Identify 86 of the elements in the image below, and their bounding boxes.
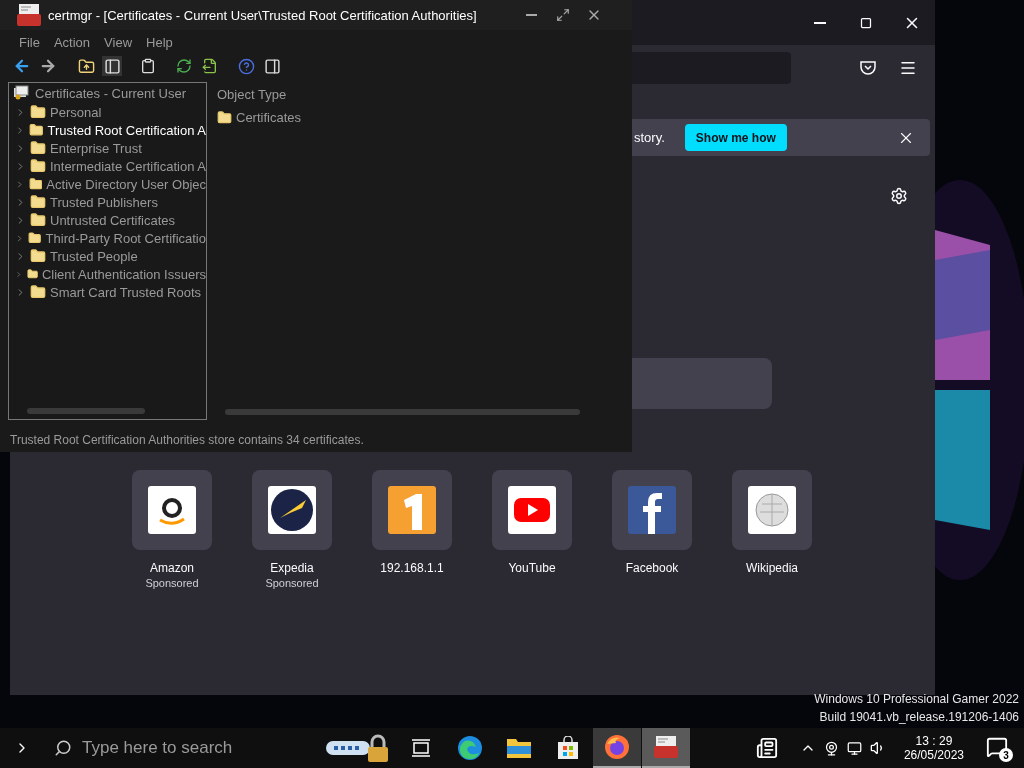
tree-item[interactable]: Personal xyxy=(50,104,102,120)
certificate-manager-icon xyxy=(653,735,679,759)
refresh-button[interactable] xyxy=(174,56,194,76)
certificate-manager-icon xyxy=(16,3,42,27)
desktop-text: Build 19041.vb_release.191206-1406 xyxy=(819,710,1019,724)
tree-item[interactable]: Trusted Root Certification A xyxy=(47,122,206,138)
menu-item[interactable]: Action xyxy=(48,34,96,50)
folder-icon xyxy=(30,104,46,120)
shortcut-name: Amazon xyxy=(150,561,194,575)
edge-icon xyxy=(457,735,483,761)
folder-icon xyxy=(30,284,46,300)
plane-logo-icon xyxy=(268,486,316,534)
expand-icon[interactable] xyxy=(15,124,25,136)
sponsored-label: Sponsored xyxy=(145,577,199,589)
tree-item[interactable]: Third-Party Root Certificatio xyxy=(45,230,206,246)
folder-icon xyxy=(29,122,44,138)
up-folder-button[interactable] xyxy=(76,56,96,76)
shortcut-tile[interactable] xyxy=(612,470,692,550)
folder-icon xyxy=(28,176,43,192)
action-pane-button[interactable] xyxy=(262,56,282,76)
password-lock-icon xyxy=(324,733,388,763)
window-title: certmgr - [Certificates - Current User\Trusted Root Certification Authorities] xyxy=(48,7,478,23)
status-text: Trusted Root Certification Authorities store contains 34 certificates. xyxy=(10,433,364,447)
firefox-icon xyxy=(604,734,630,760)
globe-logo-icon xyxy=(748,486,796,534)
search-icon xyxy=(54,739,72,757)
notification-count: 3 xyxy=(999,748,1013,762)
taskbar-search-field[interactable]: Type here to search xyxy=(36,728,274,768)
number-one-logo-icon xyxy=(388,486,436,534)
shortcut-tile[interactable] xyxy=(252,470,332,550)
webcam-icon[interactable] xyxy=(823,740,839,756)
taskbar-app[interactable] xyxy=(642,728,690,768)
folder-icon xyxy=(30,248,46,264)
tree-item[interactable]: Trusted Publishers xyxy=(50,194,158,210)
tree-item[interactable]: Enterprise Trust xyxy=(50,140,142,156)
shortcut-tile[interactable] xyxy=(732,470,812,550)
play-logo-icon xyxy=(508,486,556,534)
minimize-icon xyxy=(526,14,537,16)
tree-item[interactable]: Trusted People xyxy=(50,248,138,264)
shortcut-name: YouTube xyxy=(508,561,556,575)
news-icon[interactable] xyxy=(755,737,778,759)
menu-item[interactable]: Help xyxy=(141,34,178,50)
notifications-button[interactable]: 3 xyxy=(986,736,1010,760)
shortcut-name: Wikipedia xyxy=(746,561,798,575)
menu-item[interactable]: File xyxy=(14,34,45,50)
tree-item[interactable]: Certificates - Current User xyxy=(35,85,186,101)
shortcut-name: Expedia xyxy=(270,561,314,575)
menu-item[interactable]: View xyxy=(99,34,138,50)
folder-icon xyxy=(30,194,46,210)
folder-icon xyxy=(30,212,46,228)
clock-date: 26/05/2023 xyxy=(903,748,964,762)
shortcut-tile[interactable] xyxy=(492,470,572,550)
shortcut-name: Facebook xyxy=(625,561,679,575)
folder-icon xyxy=(28,230,42,246)
show-me-how-button[interactable]: Show me how xyxy=(684,124,787,151)
facebook-logo-icon xyxy=(628,486,676,534)
tree-item[interactable]: Client Authentication Issuers xyxy=(41,266,206,282)
clock[interactable]: 13 : 29 26/05/2023 xyxy=(903,734,964,762)
store-bag-icon xyxy=(556,736,580,760)
folder-icon xyxy=(506,736,532,760)
maximize-icon xyxy=(860,16,872,29)
clock-time: 13 : 29 xyxy=(915,734,953,748)
folder-icon xyxy=(29,158,46,174)
tree-item[interactable]: Untrusted Certificates xyxy=(50,212,175,228)
amazon-logo-icon xyxy=(148,486,196,534)
folder-icon xyxy=(30,140,46,156)
folder-icon xyxy=(217,109,232,125)
task-view-icon xyxy=(411,738,431,758)
tree-item[interactable]: Active Directory User Objec xyxy=(46,176,206,192)
network-icon[interactable] xyxy=(846,740,862,756)
tree-item[interactable]: Smart Card Trusted Roots xyxy=(50,284,201,300)
list-item[interactable]: Certificates xyxy=(236,109,302,125)
minimize-icon xyxy=(814,21,826,24)
search-field[interactable] xyxy=(632,358,772,409)
column-header[interactable]: Object Type xyxy=(217,87,622,102)
tree-item[interactable]: Intermediate Certification A xyxy=(49,158,206,174)
notification-text: story. xyxy=(634,130,665,145)
shortcut-tile[interactable] xyxy=(372,470,452,550)
sponsored-label: Sponsored xyxy=(265,577,319,589)
show-tree-button[interactable] xyxy=(102,56,122,76)
shortcut-tile[interactable] xyxy=(132,470,212,550)
help-button[interactable] xyxy=(236,56,256,76)
shortcut-name: 192.168.1.1 xyxy=(380,561,444,575)
certificates-icon xyxy=(13,85,29,101)
desktop-text: Windows 10 Professional Gamer 2022 xyxy=(814,692,1019,706)
diagonal-arrow-icon xyxy=(555,8,570,22)
